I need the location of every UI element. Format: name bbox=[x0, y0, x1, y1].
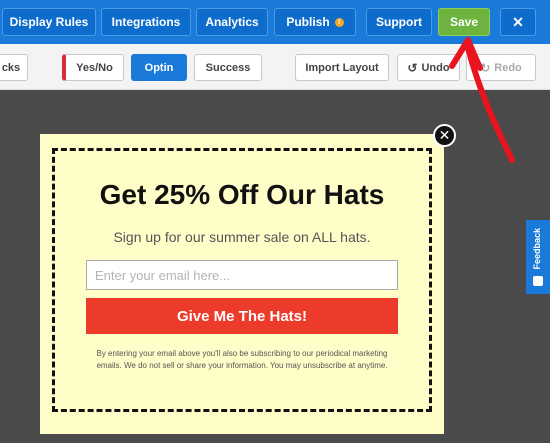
integrations-button[interactable]: Integrations bbox=[101, 8, 191, 36]
support-label: Support bbox=[376, 15, 422, 29]
close-icon: ✕ bbox=[438, 127, 451, 143]
tab-optin[interactable]: Optin bbox=[131, 54, 187, 81]
feedback-icon bbox=[533, 276, 543, 286]
redo-label: Redo bbox=[494, 61, 522, 74]
email-input[interactable] bbox=[86, 260, 398, 290]
analytics-button[interactable]: Analytics bbox=[196, 8, 268, 36]
popup-disclaimer[interactable]: By entering your email above you'll also… bbox=[86, 348, 398, 372]
cta-button[interactable]: Give Me The Hats! bbox=[86, 298, 398, 334]
publish-label: Publish bbox=[286, 15, 330, 29]
import-layout-label: Import Layout bbox=[305, 61, 379, 74]
blocks-button[interactable]: cks bbox=[0, 54, 28, 81]
close-editor-button[interactable]: ✕ bbox=[500, 8, 536, 36]
display-rules-label: Display Rules bbox=[9, 15, 89, 29]
feedback-label: Feedback bbox=[532, 228, 542, 270]
analytics-label: Analytics bbox=[205, 15, 259, 29]
close-icon: ✕ bbox=[512, 13, 524, 30]
warning-icon: ! bbox=[334, 17, 344, 27]
undo-button[interactable]: ↺ Undo bbox=[397, 54, 460, 81]
integrations-label: Integrations bbox=[111, 15, 181, 29]
support-button[interactable]: Support bbox=[366, 8, 432, 36]
tab-yes-no[interactable]: Yes/No bbox=[62, 54, 124, 81]
display-rules-button[interactable]: Display Rules bbox=[2, 8, 96, 36]
editor-toolbar: cks Yes/No Optin Success Import Layout ↺… bbox=[0, 44, 550, 90]
blocks-label: cks bbox=[1, 61, 21, 74]
optin-label: Optin bbox=[144, 61, 174, 74]
popup-subline[interactable]: Sign up for our summer sale on ALL hats. bbox=[40, 229, 444, 245]
redo-icon: ↻ bbox=[480, 60, 491, 75]
top-navigation-bar: Display Rules Integrations Analytics Pub… bbox=[0, 0, 550, 44]
feedback-tab[interactable]: Feedback bbox=[526, 220, 550, 294]
redo-button[interactable]: ↻ Redo bbox=[466, 54, 536, 81]
undo-label: Undo bbox=[421, 61, 450, 74]
import-layout-button[interactable]: Import Layout bbox=[295, 54, 389, 81]
popup-close-button[interactable]: ✕ bbox=[433, 124, 456, 147]
save-button[interactable]: Save bbox=[438, 8, 490, 36]
success-label: Success bbox=[205, 61, 251, 74]
optin-popup: Get 25% Off Our Hats Sign up for our sum… bbox=[40, 134, 444, 434]
yes-no-label: Yes/No bbox=[76, 61, 113, 74]
tab-success[interactable]: Success bbox=[194, 54, 262, 81]
save-label: Save bbox=[449, 15, 479, 29]
publish-button[interactable]: Publish ! bbox=[274, 8, 356, 36]
popup-headline[interactable]: Get 25% Off Our Hats bbox=[40, 179, 444, 211]
undo-icon: ↺ bbox=[407, 60, 418, 75]
